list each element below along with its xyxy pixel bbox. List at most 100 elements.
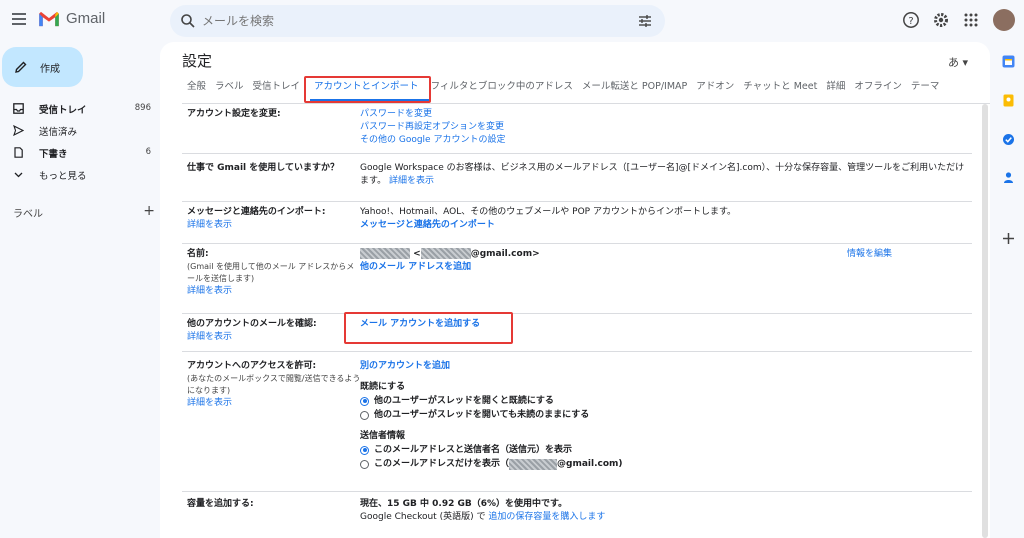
radio-selected[interactable] [360,445,369,455]
tab-filters[interactable]: フィルタとブロック中のアドレス [431,78,573,100]
redacted-email [509,458,558,470]
tab-chat-meet[interactable]: チャットと Meet [743,78,817,100]
mark-read-option-2[interactable]: 他のユーザーがスレッドを開いても未読のままにする [360,408,970,422]
tab-offline[interactable]: オフライン [854,78,902,100]
row-label: アカウントへのアクセスを許可: [187,361,317,371]
learn-more-link[interactable]: 詳細を表示 [187,331,362,344]
search-icon[interactable] [180,13,196,29]
gmail-logo[interactable]: Gmail [38,10,105,27]
add-another-address-link[interactable]: 他のメール アドレスを追加 [360,262,471,272]
tab-general[interactable]: 全般 [187,78,206,100]
tab-forwarding[interactable]: メール転送と POP/IMAP [582,78,687,100]
option-label-prefix: このメールアドレスだけを表示（ [374,458,510,469]
buy-storage-link[interactable]: 追加の保存容量を購入します [488,512,605,522]
sidebar-item-label: 下書き [39,149,68,160]
page-title: 設定 [182,52,213,70]
input-tools-button[interactable]: あ ▾ [948,54,968,70]
top-bar: Gmail ? [0,0,1024,42]
sender-info-title: 送信者情報 [360,431,406,441]
sender-info-option-2[interactable]: このメールアドレスだけを表示（ @gmail.com) [360,457,970,471]
row-label: 他のアカウントのメールを確認: [187,319,317,329]
row-label: アカウント設定を変更: [187,109,281,119]
workspace-text: Google Workspace のお客様は、ビジネス用のメールアドレス（[ユー… [360,163,965,186]
sender-info-option-1[interactable]: このメールアドレスと送信者名（送信元）を表示 [360,443,970,457]
learn-more-link[interactable]: 詳細を表示 [187,219,362,232]
sidebar-item-inbox[interactable]: 受信トレイ 896 [0,98,160,120]
tab-inbox[interactable]: 受信トレイ [253,78,301,100]
compose-label: 作成 [40,63,60,75]
search-options-icon[interactable] [637,13,653,29]
change-password-link[interactable]: パスワードを変更 [360,108,970,121]
row-label-block: 他のアカウントのメールを確認: 詳細を表示 [187,318,362,344]
sidebar-item-sent[interactable]: 送信済み [0,120,160,142]
row-name: 名前: (Gmail を使用して他のメール アドレスからメールを送信します) 詳… [182,248,972,314]
add-label-button[interactable]: + [143,203,155,219]
apps-grid-icon[interactable] [962,11,980,29]
sidebar-item-more[interactable]: もっと見る [0,164,160,186]
compose-button[interactable]: 作成 [2,47,83,87]
other-google-settings-link[interactable]: その他の Google アカウントの設定 [360,134,970,147]
row-label: 仕事で Gmail を使用していますか？ [187,163,340,173]
import-mail-contacts-link[interactable]: メッセージと連絡先のインポート [360,220,495,230]
row-sublabel: (Gmail を使用して他のメール アドレスからメールを送信します) [187,262,355,283]
send-icon [13,125,24,136]
row-label: メッセージと連絡先のインポート: [187,207,326,217]
scrollbar[interactable] [982,104,988,538]
redacted-email [420,248,471,259]
learn-more-link[interactable]: 詳細を表示 [187,285,362,298]
tasks-icon[interactable] [1002,133,1015,146]
row-change-account: アカウント設定を変更: パスワードを変更 パスワード再設定オプションを変更 その… [182,108,972,154]
change-recovery-options-link[interactable]: パスワード再設定オプションを変更 [360,121,970,134]
row-label: 容量を追加する: [187,499,254,509]
search-input[interactable] [202,11,622,31]
labels-section: ラベル + [13,203,155,221]
search-bar[interactable] [170,5,665,37]
add-addon-icon[interactable] [1002,232,1015,245]
radio-unselected[interactable] [360,459,369,469]
option-label: このメールアドレスと送信者名（送信元）を表示 [374,444,573,455]
mark-read-title: 既読にする [360,382,406,392]
redacted-name [360,248,410,259]
radio-selected[interactable] [360,396,369,406]
main-menu-icon[interactable] [12,13,26,25]
add-mail-account-link[interactable]: メール アカウントを追加する [360,319,480,329]
tabs-divider [182,103,990,104]
radio-unselected[interactable] [360,410,369,420]
add-another-account-link[interactable]: 別のアカウントを追加 [360,360,970,373]
calendar-icon[interactable] [1002,55,1015,68]
sidebar-item-label: もっと見る [39,171,87,182]
row-body: < @gmail.com> 他のメール アドレスを追加 情報を編集 [360,248,970,274]
help-icon[interactable]: ? [902,11,920,29]
row-label-block: メッセージと連絡先のインポート: 詳細を表示 [187,206,362,232]
drafts-count: 6 [145,147,151,157]
pencil-icon [15,61,27,73]
contacts-icon[interactable] [1002,171,1015,184]
tab-themes[interactable]: テーマ [911,78,940,100]
row-body: メール アカウントを追加する [360,318,970,331]
row-storage: 容量を追加する: 現在、15 GB 中 0.92 GB（6%）を使用中です。 G… [182,498,972,536]
settings-tabs: 全般 ラベル 受信トレイ アカウントとインポート フィルタとブロック中のアドレス… [187,78,948,100]
tab-advanced[interactable]: 詳細 [826,78,845,100]
edit-info-link[interactable]: 情報を編集 [847,248,892,261]
option-label-suffix: @gmail.com) [557,458,623,469]
app-name: Gmail [66,10,106,27]
row-check-mail: 他のアカウントのメールを確認: 詳細を表示 メール アカウントを追加する [182,318,972,352]
active-tab-indicator [310,99,430,101]
email-domain: @gmail.com> [470,249,540,259]
learn-more-link[interactable]: 詳細を表示 [389,176,434,186]
tab-accounts-import[interactable]: アカウントとインポート [314,78,419,100]
storage-usage: 現在、15 GB 中 0.92 GB（6%）を使用中です。 [360,499,568,509]
checkout-text: Google Checkout (英語版) で [360,512,489,522]
row-sublabel: (あなたのメールボックスで閲覧/送信できるようになります) [187,374,361,395]
inbox-icon [13,103,24,114]
tab-labels[interactable]: ラベル [215,78,244,100]
mark-read-option-1[interactable]: 他のユーザーがスレッドを開くと既読にする [360,394,970,408]
keep-icon[interactable] [1002,94,1015,107]
email-prefix: < [410,249,421,259]
settings-gear-icon[interactable] [932,11,950,29]
account-avatar[interactable] [993,9,1015,31]
learn-more-link[interactable]: 詳細を表示 [187,397,362,410]
sidebar-item-drafts[interactable]: 下書き 6 [0,142,160,164]
tab-addons[interactable]: アドオン [696,78,734,100]
row-gmail-for-work: 仕事で Gmail を使用していますか？ Google Workspace のお… [182,162,972,202]
